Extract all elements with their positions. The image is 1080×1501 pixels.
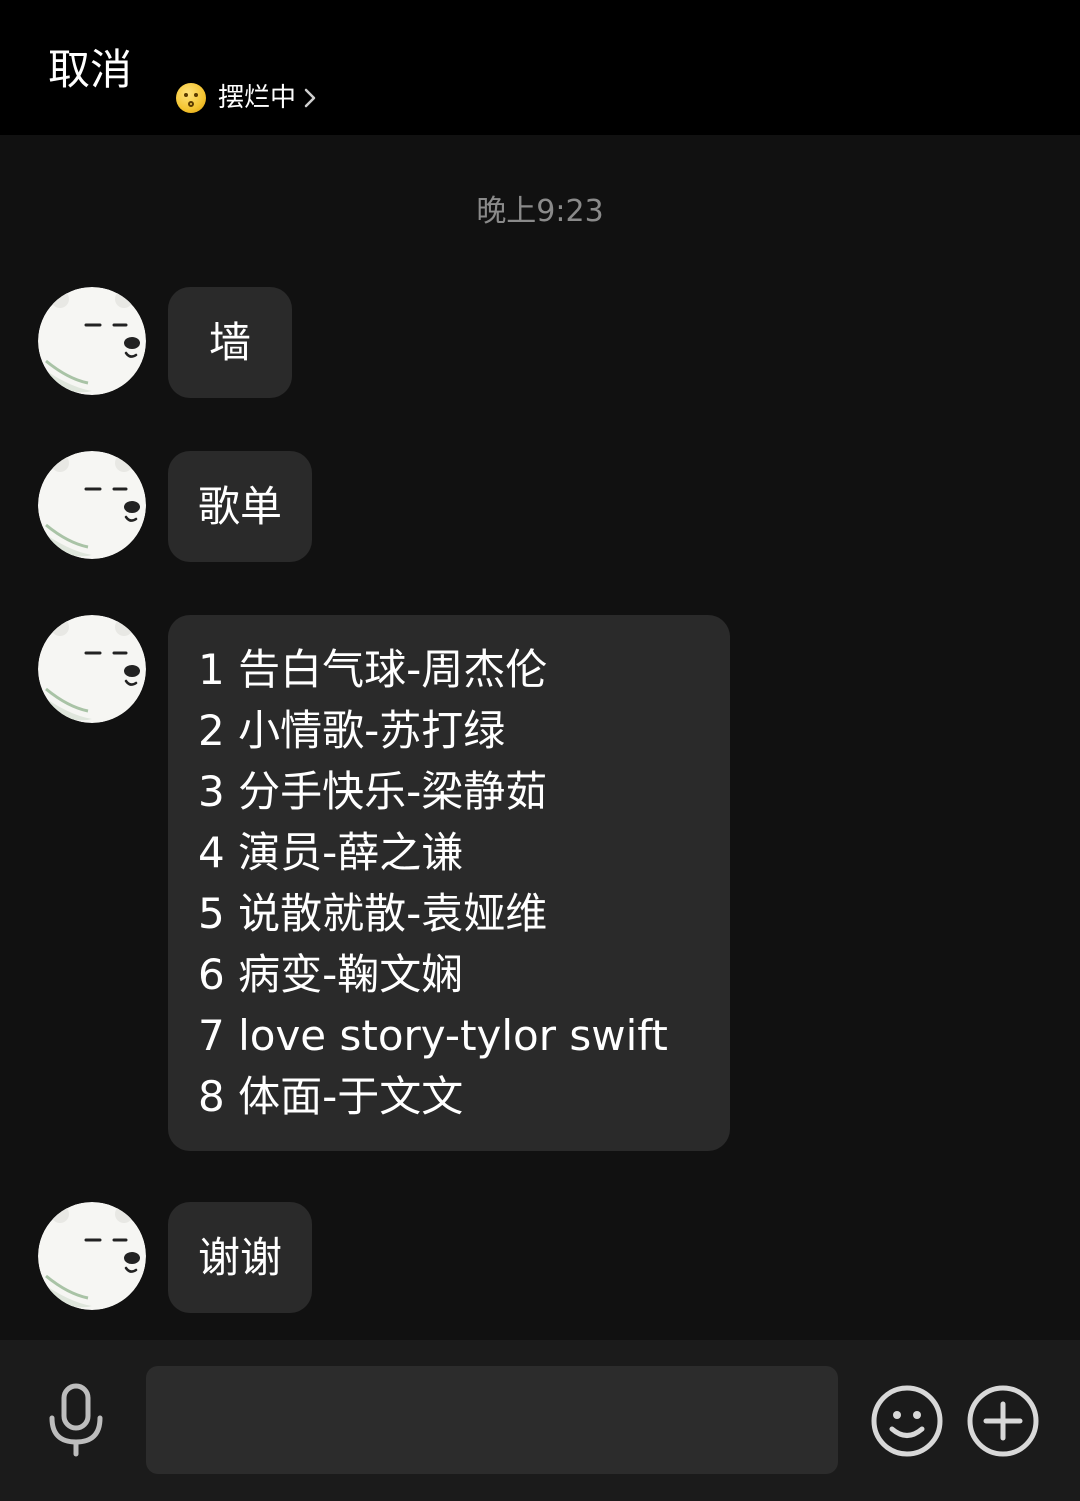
avatar[interactable] [38, 287, 146, 395]
avatar[interactable] [38, 451, 146, 559]
status-link[interactable]: 摆烂中 [176, 80, 316, 116]
playlist-line: 7 love story-tylor swift [198, 1011, 668, 1060]
playlist-line: 2 小情歌-苏打绿 [198, 706, 506, 755]
message-bubble[interactable]: 墙 [168, 287, 292, 398]
message-bubble[interactable]: 歌单 [168, 451, 313, 562]
top-bar: 取消 摆烂中 [0, 0, 1080, 135]
polar-bear-avatar-icon [38, 287, 146, 395]
playlist-line: 5 说散就散-袁娅维 [198, 889, 548, 938]
message-row: 歌单 [38, 451, 313, 562]
chevron-right-icon [304, 88, 316, 108]
polar-bear-avatar-icon [38, 451, 146, 559]
avatar[interactable] [38, 615, 146, 723]
smiley-icon[interactable] [870, 1384, 944, 1458]
chat-screen: 取消 摆烂中 晚上9:23 墙 歌单 1 告白气球-周杰伦 2 小情歌-苏打绿 … [0, 0, 1080, 1501]
playlist-line: 6 病变-鞠文娴 [198, 950, 464, 999]
message-row: 谢谢 [38, 1202, 313, 1313]
microphone-icon[interactable] [44, 1382, 108, 1458]
polar-bear-avatar-icon [38, 1202, 146, 1310]
composer-bar [0, 1340, 1080, 1501]
plus-circle-icon[interactable] [966, 1384, 1040, 1458]
status-label: 摆烂中 [218, 83, 297, 113]
playlist-message-bubble[interactable]: 1 告白气球-周杰伦 2 小情歌-苏打绿 3 分手快乐-梁静茹 4 演员-薛之谦… [168, 615, 730, 1151]
message-input[interactable] [146, 1366, 838, 1474]
cancel-button[interactable]: 取消 [48, 42, 132, 98]
polar-bear-avatar-icon [38, 615, 146, 723]
message-timestamp: 晚上9:23 [476, 194, 604, 229]
message-bubble[interactable]: 谢谢 [168, 1202, 313, 1313]
thinking-face-icon [176, 83, 206, 113]
playlist-line: 1 告白气球-周杰伦 [198, 645, 548, 694]
playlist-line: 8 体面-于文文 [198, 1072, 464, 1121]
playlist-line: 4 演员-薛之谦 [198, 828, 464, 877]
message-row: 墙 [38, 287, 292, 398]
avatar[interactable] [38, 1202, 146, 1310]
playlist-line: 3 分手快乐-梁静茹 [198, 767, 548, 816]
message-row: 1 告白气球-周杰伦 2 小情歌-苏打绿 3 分手快乐-梁静茹 4 演员-薛之谦… [38, 615, 730, 1151]
